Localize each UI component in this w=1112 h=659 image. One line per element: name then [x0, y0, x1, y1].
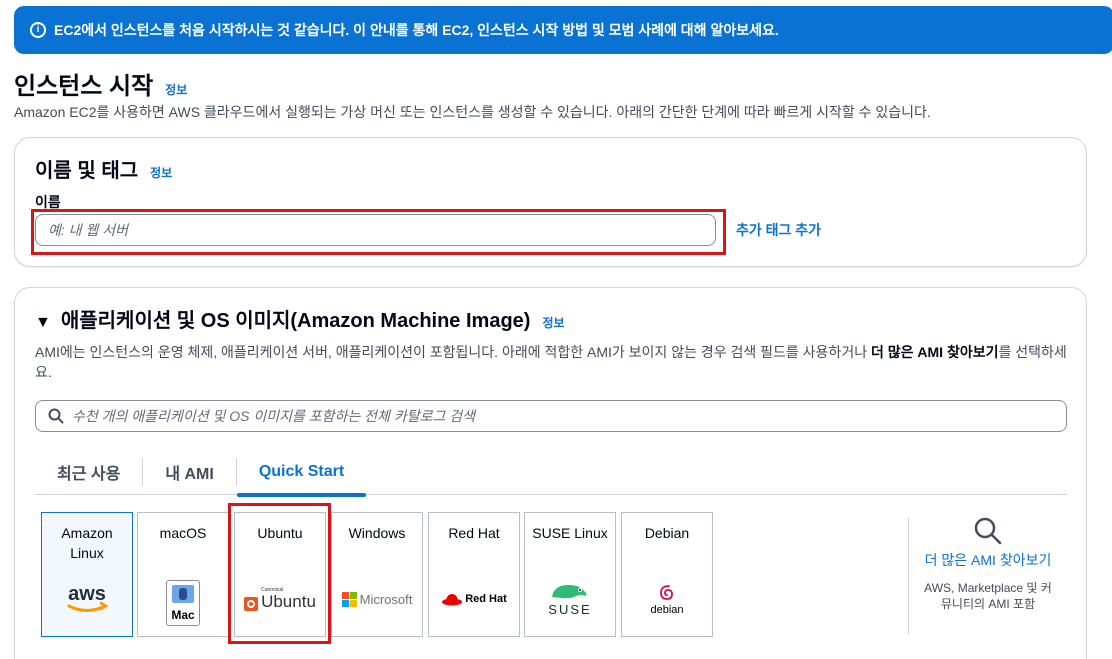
browse-more-amis-link[interactable]: 더 많은 AMI 찾아보기	[923, 550, 1053, 570]
browse-more-amis-subtext: AWS, Marketplace 및 커뮤니티의 AMI 포함	[924, 581, 1052, 611]
ami-search-box[interactable]	[35, 400, 1067, 432]
os-card-label: SUSE Linux	[532, 525, 608, 541]
search-icon	[48, 408, 64, 424]
red-hat-icon	[442, 594, 463, 606]
name-tags-title: 이름 및 태그	[35, 160, 139, 182]
tab-recent[interactable]: 최근 사용	[35, 448, 142, 495]
ami-search-input[interactable]	[72, 408, 972, 424]
ami-desc-bold: 더 많은 AMI 찾아보기	[870, 344, 999, 360]
mac-logo-icon: Mac	[138, 575, 228, 626]
os-card-windows[interactable]: Windows Microsoft	[331, 512, 423, 637]
info-banner: i EC2에서 인스턴스를 처음 시작하시는 것 같습니다. 이 안내를 통해 …	[14, 6, 1112, 54]
page-title-text: 인스턴스 시작	[14, 73, 154, 100]
ami-heading[interactable]: ▼ 애플리케이션 및 OS 이미지(Amazon Machine Image) …	[35, 304, 565, 333]
mac-logo-text: Mac	[171, 608, 195, 622]
name-input[interactable]	[35, 214, 716, 246]
page-description: Amazon EC2를 사용하면 AWS 클라우드에서 실행되는 가상 머신 또…	[14, 104, 931, 120]
ami-info-link[interactable]: 정보	[542, 314, 564, 331]
debian-logo-icon: debian	[622, 575, 712, 623]
ubuntu-card-highlight	[228, 503, 331, 644]
os-card-macos[interactable]: macOS Mac	[137, 512, 229, 637]
add-tags-link[interactable]: 추가 태그 추가	[736, 220, 821, 240]
search-icon[interactable]	[973, 516, 1003, 546]
page-info-link[interactable]: 정보	[165, 81, 187, 98]
os-card-suse-linux[interactable]: SUSE Linux SUSE	[524, 512, 616, 637]
tab-my-ami[interactable]: 내 AMI	[143, 448, 236, 495]
os-card-label: Amazon Linux	[61, 525, 113, 561]
debian-logo-text: debian	[650, 603, 684, 616]
os-card-amazon-linux[interactable]: Amazon Linux aws	[41, 512, 133, 637]
chameleon-icon	[552, 585, 587, 599]
info-icon: i	[30, 22, 46, 38]
name-tags-info-link[interactable]: 정보	[150, 164, 172, 181]
ami-description: AMI에는 인스턴스의 운영 체제, 애플리케이션 서버, 애플리케이션이 포함…	[35, 342, 1070, 382]
os-card-label: Red Hat	[448, 525, 500, 541]
suse-logo-text: SUSE	[548, 602, 592, 617]
ami-tabs: 최근 사용 내 AMI Quick Start	[35, 448, 1067, 497]
aws-logo-text: aws	[68, 583, 106, 605]
debian-swirl-icon	[660, 584, 673, 600]
microsoft-logo-text: Microsoft	[359, 591, 413, 607]
os-card-debian[interactable]: Debian debian	[621, 512, 713, 637]
microsoft-logo-icon: Microsoft	[332, 575, 422, 623]
name-and-tags-panel: 이름 및 태그 정보 이름 추가 태그 추가	[14, 137, 1087, 267]
os-card-label: macOS	[159, 525, 207, 541]
os-card-red-hat[interactable]: Red Hat Red Hat	[428, 512, 520, 637]
browse-more-amis[interactable]: 더 많은 AMI 찾아보기 AWS, Marketplace 및 커뮤니티의 A…	[923, 516, 1053, 612]
aws-logo-icon: aws	[42, 575, 132, 623]
suse-logo-icon: SUSE	[525, 575, 615, 623]
redhat-logo-icon: Red Hat	[429, 575, 519, 623]
os-card-label: Debian	[644, 525, 690, 541]
redhat-logo-text: Red Hat	[465, 593, 507, 605]
name-tags-heading: 이름 및 태그 정보	[35, 154, 172, 183]
ami-panel: ▼ 애플리케이션 및 OS 이미지(Amazon Machine Image) …	[14, 287, 1087, 659]
more-ami-divider	[908, 517, 909, 635]
os-card-label: Windows	[348, 525, 406, 541]
ami-title: 애플리케이션 및 OS 이미지(Amazon Machine Image)	[60, 310, 531, 332]
page-title: 인스턴스 시작 정보	[14, 66, 187, 101]
caret-down-icon[interactable]: ▼	[35, 314, 51, 332]
ami-desc-text: AMI에는 인스턴스의 운영 체제, 애플리케이션 서버, 애플리케이션이 포함…	[35, 344, 871, 360]
banner-text: EC2에서 인스턴스를 처음 시작하시는 것 같습니다. 이 안내를 통해 EC…	[54, 22, 779, 38]
tab-quick-start[interactable]: Quick Start	[236, 448, 367, 497]
